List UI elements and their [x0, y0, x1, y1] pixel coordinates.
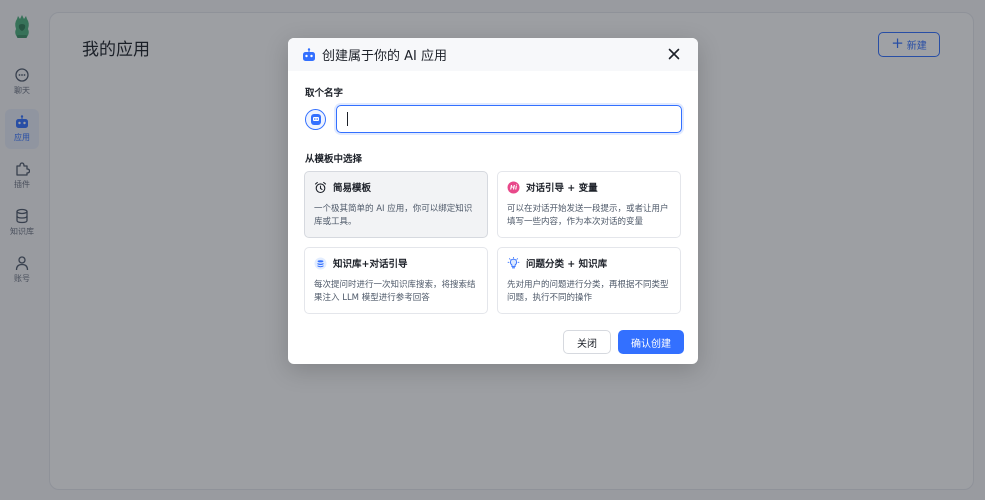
template-title: 问题分类 + 知识库 [526, 259, 608, 270]
template-desc: 可以在对话开始发送一段提示，或者让用户填写一些内容，作为本次对话的变量 [507, 204, 669, 227]
app-name-input[interactable] [336, 105, 682, 133]
modal-title: 创建属于你的 AI 应用 [322, 49, 447, 64]
robot-icon [303, 47, 315, 61]
template-card-guide-variables[interactable]: Hi 对话引导 + 变量 可以在对话开始发送一段提示，或者让用户填写一些内容，作… [497, 171, 681, 238]
create-app-modal: 创建属于你的 AI 应用 取个名字 从模板中选择 简易模板 一个极其简单的 AI… [288, 38, 698, 364]
template-card-knowledge-guide[interactable]: 知识库+对话引导 每次提问时进行一次知识库搜索，将搜索结果注入 LLM 模型进行… [304, 247, 488, 314]
lightbulb-icon [507, 256, 520, 268]
template-title: 知识库+对话引导 [333, 259, 408, 270]
template-title: 简易模板 [333, 183, 372, 194]
template-desc: 先对用户的问题进行分类，再根据不同类型问题，执行不同的操作 [507, 280, 669, 303]
template-label: 从模板中选择 [305, 154, 363, 165]
template-card-simple[interactable]: 简易模板 一个极其简单的 AI 应用，你可以绑定知识库或工具。 [304, 171, 488, 238]
text-cursor [347, 112, 348, 126]
modal-header: 创建属于你的 AI 应用 [288, 38, 698, 71]
avatar-picker[interactable] [305, 109, 326, 130]
template-card-classify-knowledge[interactable]: 问题分类 + 知识库 先对用户的问题进行分类，再根据不同类型问题，执行不同的操作 [497, 247, 681, 314]
svg-text:Hi: Hi [510, 184, 518, 191]
close-button[interactable]: 关闭 [563, 330, 611, 354]
confirm-create-button[interactable]: 确认创建 [618, 330, 684, 354]
template-desc: 一个极其简单的 AI 应用，你可以绑定知识库或工具。 [314, 204, 473, 227]
bot-avatar-icon [310, 114, 321, 125]
hi-badge-icon: Hi [507, 181, 520, 193]
close-icon[interactable] [666, 46, 682, 62]
template-desc: 每次提问时进行一次知识库搜索，将搜索结果注入 LLM 模型进行参考回答 [314, 280, 476, 303]
name-label: 取个名字 [305, 88, 344, 99]
template-title: 对话引导 + 变量 [526, 183, 598, 194]
alarm-clock-icon [314, 181, 327, 193]
database-badge-icon [314, 257, 327, 269]
